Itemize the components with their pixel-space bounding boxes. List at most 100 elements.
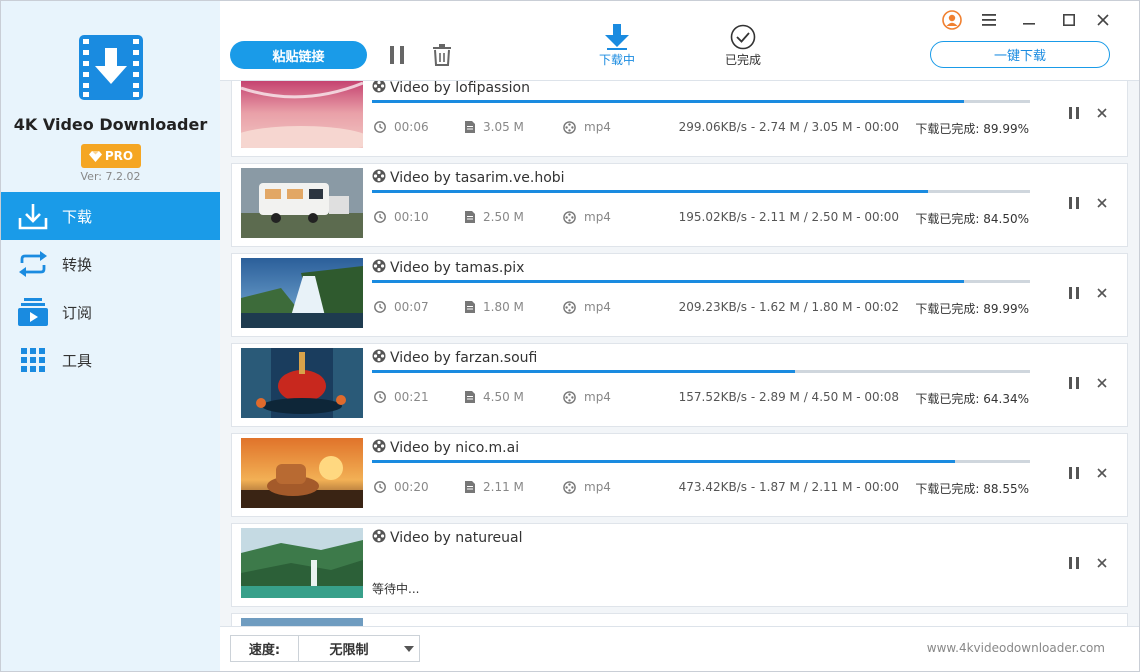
tab-downloading[interactable]: 下载中 — [577, 23, 657, 71]
clock-icon — [374, 481, 386, 493]
paste-link-button[interactable]: 粘贴链接 — [230, 41, 367, 69]
video-title: Video by nico.m.ai — [372, 439, 519, 457]
pause-icon[interactable] — [1066, 555, 1082, 571]
progress-bar — [372, 280, 1030, 283]
video-thumbnail — [241, 528, 363, 598]
speed-limit-select[interactable]: 速度: 无限制 — [230, 635, 420, 662]
transfer-status: 209.23KB/s - 1.62 M / 1.80 M - 00:02 — [678, 300, 899, 314]
tab-label: 下载中 — [598, 53, 635, 67]
app-logo-icon — [77, 34, 145, 101]
sidebar-nav: 下载 转换 订阅 工具 — [1, 192, 220, 384]
chevron-down-icon — [399, 645, 419, 652]
download-arrow-icon — [577, 23, 657, 51]
account-icon[interactable] — [941, 9, 963, 31]
video-title-text: Video by nico.m.ai — [390, 440, 520, 456]
progress-fill — [372, 280, 965, 283]
size-text: 2.11 M — [483, 480, 524, 494]
download-item[interactable]: Video by farzan.soufi 00:21 4.50 M mp4 1… — [231, 343, 1128, 427]
download-icon — [17, 200, 49, 232]
trash-icon[interactable] — [431, 43, 453, 67]
duration: 00:10 — [374, 210, 429, 224]
format-text: mp4 — [584, 300, 611, 314]
file-icon — [465, 211, 475, 223]
status-bar: 速度: 无限制 www.4kvideodownloader.com — [220, 626, 1139, 671]
progress-fill — [372, 100, 965, 103]
app-version: Ver: 7.2.02 — [80, 170, 141, 183]
download-item[interactable] — [231, 613, 1128, 626]
download-item[interactable]: Video by tamas.pix 00:07 1.80 M mp4 209.… — [231, 253, 1128, 337]
sidebar-item-label: 转换 — [62, 255, 93, 274]
clock-icon — [374, 121, 386, 133]
clock-icon — [374, 211, 386, 223]
video-title: Video by tasarim.ve.hobi — [372, 169, 565, 187]
file-size: 4.50 M — [465, 390, 524, 404]
file-icon — [465, 301, 475, 313]
sidebar-item-subscribe[interactable]: 订阅 — [1, 288, 220, 336]
progress-bar — [372, 370, 1030, 373]
duration-text: 00:07 — [394, 300, 429, 314]
remove-icon[interactable] — [1094, 105, 1110, 121]
remove-icon[interactable] — [1094, 195, 1110, 211]
film-reel-icon — [563, 480, 576, 494]
file-size: 2.11 M — [465, 480, 524, 494]
pause-icon[interactable] — [1066, 285, 1082, 301]
maximize-icon[interactable] — [1058, 9, 1080, 31]
remove-icon[interactable] — [1094, 555, 1110, 571]
duration-text: 00:10 — [394, 210, 429, 224]
download-item[interactable]: Video by lofipassion 00:06 3.05 M mp4 29… — [231, 81, 1128, 157]
remove-icon[interactable] — [1094, 375, 1110, 391]
waiting-status: 等待中... — [372, 582, 420, 596]
completion-percent: 下载已完成: 64.34% — [915, 392, 1029, 406]
clock-icon — [374, 391, 386, 403]
pause-all-icon[interactable] — [386, 43, 408, 67]
video-title-text: Video by natureual — [390, 530, 523, 546]
minimize-icon[interactable] — [1018, 9, 1040, 31]
remove-icon[interactable] — [1094, 465, 1110, 481]
file-icon — [465, 121, 475, 133]
pause-icon[interactable] — [1066, 465, 1082, 481]
sidebar-item-convert[interactable]: 转换 — [1, 240, 220, 288]
one-click-download-button[interactable]: 一键下载 — [930, 41, 1110, 68]
download-item[interactable]: Video by nico.m.ai 00:20 2.11 M mp4 473.… — [231, 433, 1128, 517]
file-format: mp4 — [563, 390, 611, 404]
film-reel-icon — [563, 210, 576, 224]
menu-icon[interactable] — [978, 9, 1000, 31]
file-icon — [465, 481, 475, 493]
duration: 00:20 — [374, 480, 429, 494]
progress-bar — [372, 100, 1030, 103]
speed-value: 无限制 — [329, 643, 369, 658]
duration-text: 00:20 — [394, 480, 429, 494]
file-icon — [465, 391, 475, 403]
download-item[interactable]: Video by tasarim.ve.hobi 00:10 2.50 M mp… — [231, 163, 1128, 247]
speed-label: 速度: — [231, 636, 299, 661]
sidebar-item-label: 工具 — [62, 351, 93, 370]
format-text: mp4 — [584, 120, 611, 134]
close-icon[interactable] — [1092, 9, 1114, 31]
transfer-status: 299.06KB/s - 2.74 M / 3.05 M - 00:00 — [678, 120, 899, 134]
film-reel-icon — [372, 439, 386, 457]
film-reel-icon — [372, 349, 386, 367]
toolbar: 粘贴链接 下载中 已完成 一键下载 — [220, 1, 1139, 81]
tab-completed[interactable]: 已完成 — [703, 23, 783, 71]
size-text: 3.05 M — [483, 120, 524, 134]
pause-icon[interactable] — [1066, 375, 1082, 391]
pause-icon[interactable] — [1066, 195, 1082, 211]
tools-grid-icon — [17, 344, 49, 376]
sidebar-item-tools[interactable]: 工具 — [1, 336, 220, 384]
website-link[interactable]: www.4kvideodownloader.com — [927, 641, 1105, 655]
format-text: mp4 — [584, 390, 611, 404]
size-text: 2.50 M — [483, 210, 524, 224]
completion-percent: 下载已完成: 84.50% — [915, 212, 1029, 226]
file-format: mp4 — [563, 120, 611, 134]
duration-text: 00:06 — [394, 120, 429, 134]
app-name: 4K Video Downloader — [13, 115, 208, 134]
video-title: Video by farzan.soufi — [372, 349, 537, 367]
progress-bar — [372, 190, 1030, 193]
sidebar-item-download[interactable]: 下载 — [1, 192, 220, 240]
download-item[interactable]: Video by natureual 等待中... — [231, 523, 1128, 607]
pause-icon[interactable] — [1066, 105, 1082, 121]
size-text: 4.50 M — [483, 390, 524, 404]
progress-fill — [372, 190, 928, 193]
video-title-text: Video by farzan.soufi — [390, 350, 538, 366]
remove-icon[interactable] — [1094, 285, 1110, 301]
